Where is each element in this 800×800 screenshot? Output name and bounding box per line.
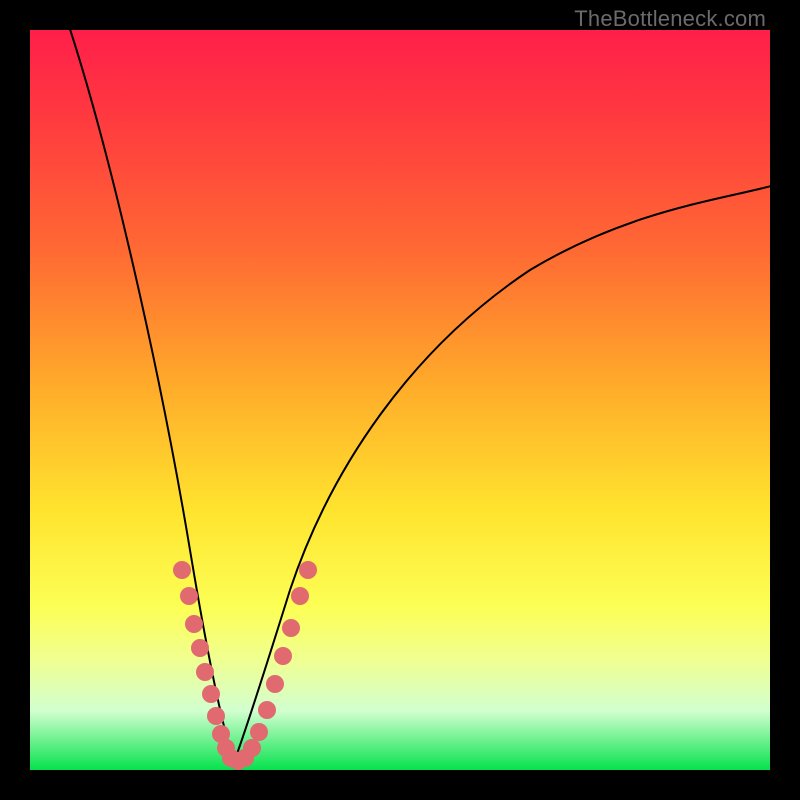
watermark-text: TheBottleneck.com xyxy=(574,6,766,32)
plot-area xyxy=(30,30,770,770)
sample-dots xyxy=(173,561,317,770)
chart-frame: TheBottleneck.com xyxy=(0,0,800,800)
curve-layer xyxy=(30,30,770,770)
bottleneck-curve-left xyxy=(67,20,234,762)
bottleneck-curve-right xyxy=(234,185,775,762)
